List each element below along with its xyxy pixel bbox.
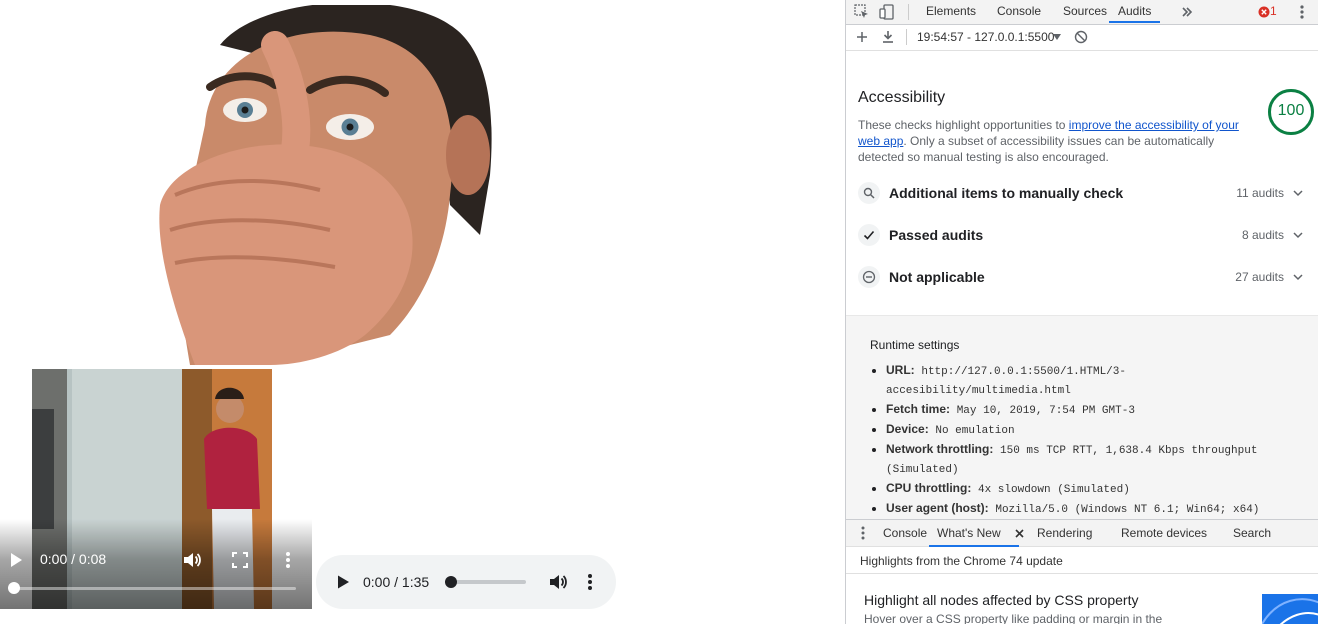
feature-description: Hover over a CSS property like padding o… <box>864 612 1163 624</box>
tab-elements[interactable]: Elements <box>926 0 976 23</box>
video-controls: 0:00 / 0:08 <box>0 519 312 609</box>
dropdown-triangle-icon[interactable] <box>1048 28 1066 46</box>
surprised-man-image <box>150 5 495 365</box>
chevron-down-icon <box>1293 232 1303 239</box>
chevron-down-icon <box>1293 274 1303 281</box>
runtime-item: User agent (host): Mozilla/5.0 (Windows … <box>886 500 1290 519</box>
feature-title[interactable]: Highlight all nodes affected by CSS prop… <box>864 592 1138 608</box>
chevron-down-icon <box>1293 190 1303 197</box>
runtime-item: URL: http://127.0.0.1:5500/1.HTML/3-acce… <box>886 362 1290 400</box>
whats-new-panel: Highlights from the Chrome 74 update Hig… <box>846 547 1318 624</box>
runtime-key: Fetch time: <box>886 402 951 416</box>
runtime-key: URL: <box>886 363 915 377</box>
drawer-menu-icon[interactable] <box>854 524 872 542</box>
runtime-key: Device: <box>886 422 929 436</box>
audit-group-not-applicable[interactable]: Not applicable 27 audits <box>858 263 1304 293</box>
inspect-element-icon[interactable] <box>853 3 871 21</box>
drawer-tab-whats-new[interactable]: What's New <box>929 520 1019 547</box>
more-options-icon[interactable] <box>276 548 300 572</box>
device-toolbar-icon[interactable] <box>878 3 896 21</box>
fullscreen-icon[interactable] <box>228 548 252 572</box>
audio-more-options-icon[interactable] <box>578 570 602 594</box>
clear-reports-icon[interactable] <box>1072 28 1090 46</box>
check-icon <box>858 224 880 246</box>
error-count[interactable]: 1 <box>1270 0 1277 23</box>
tab-console[interactable]: Console <box>997 0 1041 23</box>
runtime-key: Network throttling: <box>886 442 994 456</box>
toolbar-divider <box>906 29 907 45</box>
audio-player[interactable]: 0:00 / 1:35 <box>316 555 616 609</box>
video-player[interactable]: 0:00 / 0:08 <box>0 369 312 609</box>
audits-toolbar: 19:54:57 - 127.0.0.1:5500 <box>846 25 1318 51</box>
minus-circle-icon <box>858 266 880 288</box>
score-value: 100 <box>1277 102 1305 119</box>
more-tabs-icon[interactable] <box>1178 3 1196 21</box>
devtools-tab-bar: Elements Console Sources Audits 1 <box>846 0 1318 25</box>
runtime-item: Fetch time: May 10, 2019, 7:54 PM GMT-3 <box>886 401 1290 420</box>
runtime-item: CPU throttling: 4x slowdown (Simulated) <box>886 480 1290 499</box>
audit-group-manual[interactable]: Additional items to manually check 11 au… <box>858 179 1304 209</box>
group-count: 11 audits <box>1236 186 1284 200</box>
category-title: Accessibility <box>858 89 946 106</box>
runtime-list: URL: http://127.0.0.1:5500/1.HTML/3-acce… <box>870 362 1290 519</box>
tab-sources[interactable]: Sources <box>1063 0 1107 23</box>
video-seek-thumb[interactable] <box>8 582 20 594</box>
report-selector[interactable]: 19:54:57 - 127.0.0.1:5500 <box>917 26 1054 49</box>
runtime-value: 4x slowdown (Simulated) <box>977 484 1130 496</box>
drawer-tab-bar: Console What's New Rendering Remote devi… <box>846 519 1318 547</box>
group-title: Not applicable <box>889 269 985 285</box>
audit-report: Accessibility These checks highlight opp… <box>846 51 1318 519</box>
video-seek-bar[interactable] <box>8 582 296 594</box>
whats-new-header: Highlights from the Chrome 74 update <box>846 547 1318 574</box>
description-text: . Only a subset of accessibility issues … <box>858 134 1215 164</box>
audio-play-icon[interactable] <box>331 570 355 594</box>
close-icon[interactable] <box>1010 524 1028 542</box>
runtime-value: http://127.0.0.1:5500/1.HTML/3-accesibil… <box>886 366 1126 397</box>
runtime-settings: Runtime settings URL: http://127.0.0.1:5… <box>846 315 1318 519</box>
search-icon <box>858 182 880 204</box>
drawer-tab-rendering[interactable]: Rendering <box>1037 520 1092 547</box>
runtime-key: User agent (host): <box>886 501 989 515</box>
runtime-value: No emulation <box>935 425 1015 437</box>
toolbar-divider <box>908 4 909 20</box>
runtime-value: May 10, 2019, 7:54 PM GMT-3 <box>956 405 1135 417</box>
audio-seek-thumb[interactable] <box>445 576 457 588</box>
video-time: 0:00 / 0:08 <box>40 551 107 567</box>
runtime-item: Device: No emulation <box>886 421 1290 440</box>
feature-thumbnail[interactable] <box>1261 594 1318 624</box>
drawer-tab-remote-devices[interactable]: Remote devices <box>1121 520 1207 547</box>
group-count: 27 audits <box>1235 270 1284 284</box>
page-content: 0:00 / 0:08 0:00 / 1:35 <box>0 0 845 624</box>
tab-audits[interactable]: Audits <box>1109 0 1161 23</box>
audit-group-passed[interactable]: Passed audits 8 audits <box>858 221 1304 251</box>
drawer-tab-console[interactable]: Console <box>883 520 927 547</box>
audio-time: 0:00 / 1:35 <box>363 574 430 590</box>
runtime-title: Runtime settings <box>870 338 960 352</box>
audio-volume-icon[interactable] <box>546 570 570 594</box>
customize-menu-icon[interactable] <box>1293 3 1311 21</box>
devtools-panel: Elements Console Sources Audits 1 19:54:… <box>845 0 1318 624</box>
whats-new-heading: Highlights from the Chrome 74 update <box>860 554 1063 568</box>
drawer-tab-search[interactable]: Search <box>1233 520 1271 547</box>
category-description: These checks highlight opportunities to … <box>858 117 1248 165</box>
runtime-key: CPU throttling: <box>886 481 972 495</box>
download-report-icon[interactable] <box>879 28 897 46</box>
new-audit-icon[interactable] <box>853 28 871 46</box>
volume-icon[interactable] <box>180 548 204 572</box>
group-count: 8 audits <box>1241 228 1284 242</box>
group-title: Additional items to manually check <box>889 185 1124 201</box>
score-gauge: 100 <box>1267 88 1315 136</box>
play-icon[interactable] <box>4 548 28 572</box>
runtime-item: Network throttling: 150 ms TCP RTT, 1,63… <box>886 441 1290 479</box>
group-title: Passed audits <box>889 227 984 243</box>
audio-seek-bar[interactable] <box>445 576 526 588</box>
description-text: These checks highlight opportunities to <box>858 118 1069 132</box>
